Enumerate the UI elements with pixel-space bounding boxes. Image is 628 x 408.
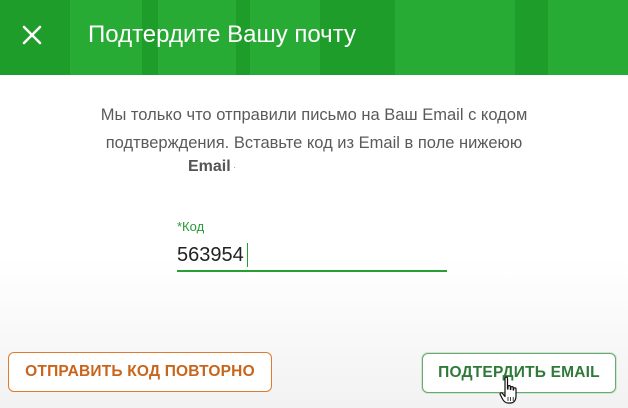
- email-label: Email: [188, 158, 231, 175]
- resend-code-button[interactable]: ОТПРАВИТЬ КОД ПОВТОРНО: [8, 352, 272, 392]
- close-icon: [22, 25, 42, 45]
- dialog-header: Подтердите Вашу почту: [0, 0, 628, 75]
- text-caret: [247, 243, 248, 267]
- dialog-title: Подтердите Вашу почту: [88, 21, 356, 48]
- code-input[interactable]: [177, 240, 447, 272]
- header-pattern-tile: [548, 0, 628, 75]
- confirm-email-button[interactable]: ПОДТЕРДИТЬ EMAIL: [422, 353, 616, 393]
- instruction-message: Мы только что отправили письмо на Ваш Em…: [100, 106, 528, 152]
- close-button[interactable]: [15, 18, 49, 52]
- confirm-email-dialog: Подтердите Вашу почту Мы только что отпр…: [0, 0, 628, 408]
- code-field: *Код: [177, 219, 447, 275]
- email-value: ·: [233, 162, 237, 173]
- header-pattern-tile: [395, 0, 515, 75]
- code-field-label: *Код: [177, 219, 205, 234]
